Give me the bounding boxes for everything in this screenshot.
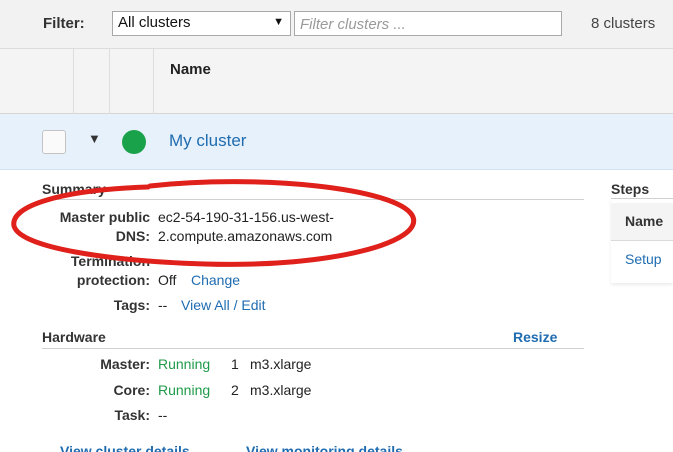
cluster-select-checkbox[interactable] (42, 130, 66, 154)
expand-arrow-icon[interactable]: ▼ (88, 131, 101, 146)
column-divider (153, 49, 154, 114)
resize-link[interactable]: Resize (513, 329, 557, 345)
cluster-name-link[interactable]: My cluster (169, 131, 246, 151)
steps-title: Steps (611, 181, 650, 197)
core-status: Running (158, 382, 211, 398)
core-instance-type: m3.xlarge (250, 382, 312, 398)
master-dns-value-line2: 2.compute.amazonaws.com (158, 228, 333, 244)
master-dns-value-line1: ec2-54-190-31-156.us-west- (158, 209, 334, 225)
steps-name-header[interactable]: Name (625, 213, 663, 229)
master-count: 1 (231, 356, 239, 372)
name-column-header[interactable]: Name (170, 61, 211, 78)
column-divider (109, 49, 110, 114)
summary-divider (42, 199, 584, 200)
view-monitoring-details-link[interactable]: View monitoring details (246, 443, 403, 452)
view-edit-tags-link[interactable]: View All / Edit (181, 297, 266, 313)
task-label: Task: (114, 407, 150, 423)
change-termination-link[interactable]: Change (191, 272, 240, 288)
task-value: -- (158, 407, 168, 423)
master-instance-type: m3.xlarge (250, 356, 312, 372)
master-status: Running (158, 356, 211, 372)
dropdown-caret-icon: ▼ (273, 16, 284, 28)
cluster-filter-select-value: All clusters (118, 14, 191, 31)
table-header: Name (0, 49, 673, 114)
master-dns-label-line1: Master public (59, 209, 150, 225)
termination-label-line1: Termination (70, 253, 150, 269)
steps-setup-link[interactable]: Setup (625, 251, 662, 267)
filter-clusters-input[interactable] (294, 11, 562, 36)
master-label: Master: (100, 356, 150, 372)
tags-label: Tags: (113, 297, 150, 313)
filter-label: Filter: (43, 15, 85, 32)
tags-value: -- (158, 297, 168, 313)
hardware-title: Hardware (42, 329, 106, 345)
hardware-divider (42, 348, 584, 349)
core-label: Core: (113, 382, 150, 398)
cluster-count: 8 clusters (591, 15, 656, 32)
core-count: 2 (231, 382, 239, 398)
column-divider (73, 49, 74, 114)
summary-title: Summary (42, 181, 106, 197)
cluster-row (0, 114, 673, 170)
cluster-status-icon (122, 130, 146, 154)
termination-label-line2: protection: (76, 272, 150, 288)
master-dns-label-line2: DNS: (115, 228, 150, 244)
view-cluster-details-link[interactable]: View cluster details (60, 443, 190, 452)
cluster-filter-select[interactable]: All clusters ▼ (112, 11, 291, 36)
termination-value: Off (158, 272, 177, 288)
